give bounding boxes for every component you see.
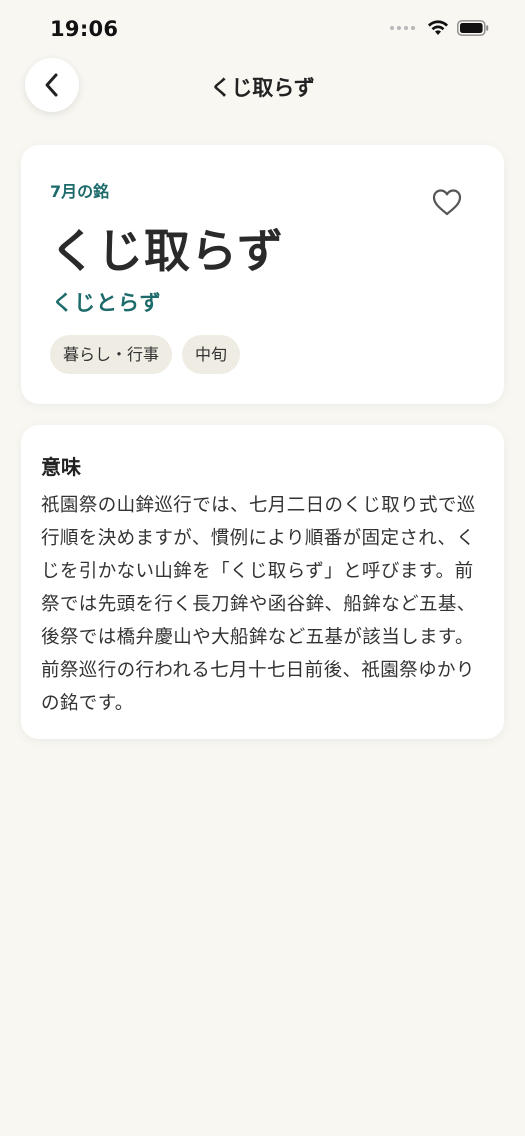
tag-category[interactable]: 暮らし・行事 (50, 335, 173, 374)
meaning-heading: 意味 (41, 455, 81, 479)
meaning-card: 意味 祇園祭の山鉾巡行では、七月二日のくじ取り式で巡行順を決めますが、慣例により… (21, 425, 504, 739)
battery-icon (457, 20, 489, 36)
wifi-icon (428, 20, 448, 35)
mei-card: 7月の銘 くじ取らず くじとらず 暮らし・行事 中旬 (21, 145, 504, 404)
page-title: くじ取らず (210, 76, 315, 100)
status-bar: 19:06 (0, 0, 525, 60)
tag-list: 暮らし・行事 中旬 (50, 335, 241, 374)
mei-title: くじ取らず (50, 224, 285, 278)
meaning-text: 祇園祭の山鉾巡行では、七月二日のくじ取り式で巡行順を決めますが、慣例により順番が… (41, 495, 476, 714)
signal-dots-icon (390, 26, 415, 30)
heart-outline-icon (432, 189, 462, 216)
tag-period[interactable]: 中旬 (182, 335, 241, 374)
navigation-bar: くじ取らず (0, 56, 525, 116)
mei-reading: くじとらず (52, 291, 162, 315)
favorite-button[interactable] (430, 185, 464, 219)
status-time: 19:06 (50, 17, 119, 41)
status-icons (390, 20, 489, 36)
month-label: 7月の銘 (50, 182, 110, 201)
